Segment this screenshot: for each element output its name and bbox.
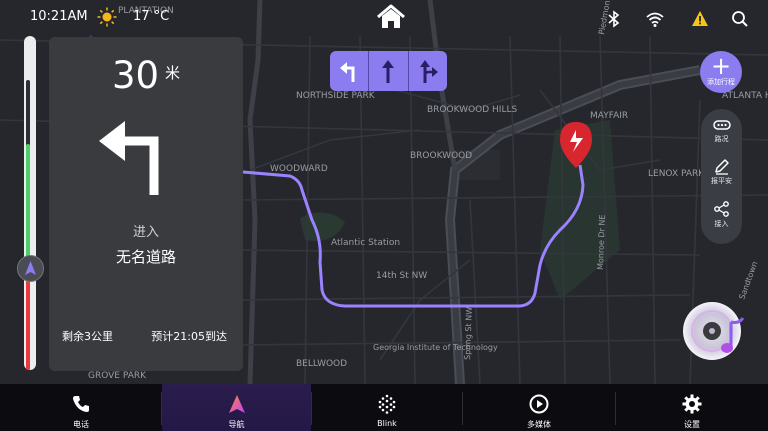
status-bar: 10:21AM 17 °C	[0, 0, 768, 36]
map-label-atlantic-station: Atlantic Station	[331, 238, 400, 248]
straight-right-arrow-icon	[419, 60, 438, 83]
sun-icon	[97, 7, 117, 27]
plus-icon: +	[710, 52, 732, 80]
map-label-bellwood: BELLWOOD	[296, 359, 347, 369]
report-safe-label: 报平安	[711, 177, 732, 185]
dock-label-settings: 设置	[684, 420, 700, 429]
distance-display: 30 米	[49, 54, 243, 97]
distance-unit: 米	[165, 64, 181, 82]
dock-label-media: 多媒体	[527, 420, 551, 429]
dock-item-navigation[interactable]: 导航	[162, 384, 311, 431]
bluetooth-icon[interactable]	[605, 10, 623, 28]
navigation-card[interactable]: 30 米 进入 无名道路 剩余3公里 预计21:05到达	[49, 37, 243, 371]
dock-item-blink[interactable]: Blink	[312, 384, 462, 431]
map-label-lenox-park: LENOX PARK	[648, 169, 705, 179]
map-label-atlanta-hills: ATLANTA HILLS	[722, 91, 768, 101]
map-label-woodward: WOODWARD	[270, 164, 328, 174]
dock-label-navigation: 导航	[228, 420, 245, 429]
traffic-icon	[712, 120, 731, 130]
map-label-brookwood: BROOKWOOD	[410, 151, 472, 161]
warning-icon[interactable]	[691, 10, 709, 28]
share-button[interactable]: 接入	[701, 200, 742, 240]
left-arrow-icon	[340, 62, 355, 82]
phone-icon	[73, 396, 89, 412]
dock-item-phone[interactable]: 电话	[0, 384, 162, 431]
map-label-14th-st: 14th St NW	[376, 271, 427, 281]
lane-guidance	[330, 51, 447, 91]
wifi-icon[interactable]	[646, 10, 664, 28]
navigation-arrow-icon	[25, 261, 36, 275]
media-play-icon	[529, 394, 549, 414]
lane-straight-right	[407, 51, 447, 91]
maneuver-action: 进入	[132, 225, 159, 240]
turn-left-arrow-icon	[99, 121, 159, 195]
eta: 预计21:05到达	[151, 330, 227, 343]
blink-icon	[378, 394, 396, 414]
home-icon[interactable]	[376, 3, 406, 31]
search-icon[interactable]	[731, 10, 749, 28]
navigation-icon	[228, 395, 245, 413]
status-temperature: 17 °C	[133, 9, 170, 24]
map-tools-panel: 路况 报平安 接入	[701, 109, 742, 244]
map-label-brookwood-hills: BROOKWOOD HILLS	[427, 105, 517, 115]
straight-arrow-icon	[382, 60, 395, 83]
pencil-icon	[714, 159, 729, 175]
lane-left	[330, 51, 368, 91]
map-label-grove-park: GROVE PARK	[88, 371, 147, 381]
dock-item-settings[interactable]: 设置	[616, 384, 768, 431]
gear-icon	[682, 394, 702, 414]
progress-car-marker	[17, 255, 44, 282]
music-disc-icon[interactable]	[683, 300, 745, 362]
route-progress-bar	[24, 36, 36, 370]
traffic-label: 路况	[714, 135, 729, 143]
remaining-distance: 剩余3公里	[62, 330, 113, 343]
dock-label-blink: Blink	[377, 419, 397, 428]
share-icon	[713, 201, 729, 217]
bottom-dock: 电话 导航 Blink 多媒体 设置	[0, 384, 768, 431]
report-safe-button[interactable]: 报平安	[701, 157, 742, 197]
lane-straight	[368, 51, 407, 91]
dock-label-phone: 电话	[73, 420, 89, 429]
distance-value: 30	[111, 54, 160, 97]
map-label-georgia-tech: Georgia Institute of Technology	[373, 343, 498, 352]
add-trip-label: 添加行程	[707, 78, 735, 86]
map-label-spring-st: Spring St NW	[463, 307, 474, 360]
status-time: 10:21AM	[30, 9, 88, 24]
dock-item-media[interactable]: 多媒体	[463, 384, 615, 431]
map-label-mayfair: MAYFAIR	[590, 111, 628, 121]
progress-track	[26, 80, 30, 370]
map-label-northside-park: NORTHSIDE PARK	[296, 91, 376, 101]
traffic-button[interactable]: 路况	[701, 117, 742, 157]
road-name: 无名道路	[115, 248, 176, 266]
share-label: 接入	[714, 220, 729, 228]
add-trip-button[interactable]: + 添加行程	[700, 51, 742, 93]
